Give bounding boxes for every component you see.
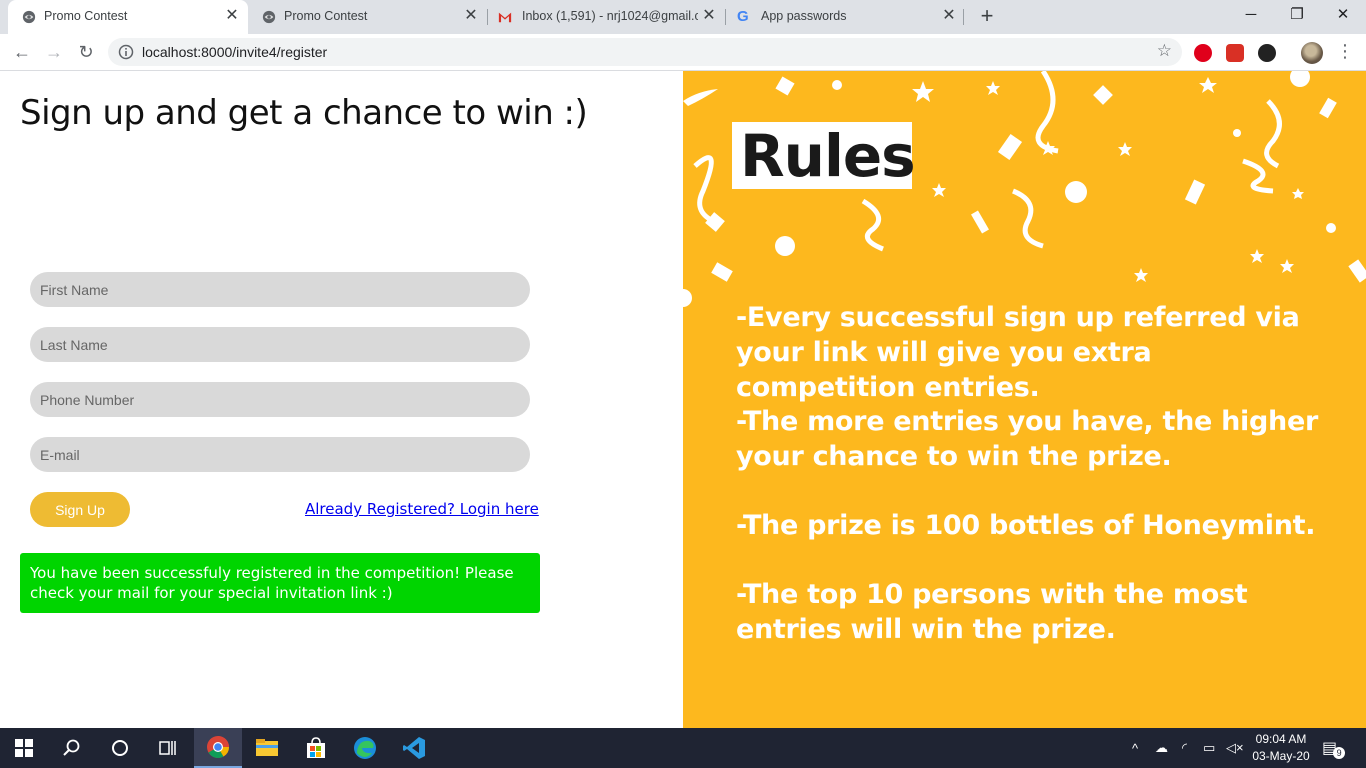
gmail-icon (498, 12, 512, 23)
tab-title: App passwords (761, 9, 847, 23)
tab-promo-contest[interactable]: Promo Contest ✕ (248, 0, 488, 34)
menu-icon[interactable]: ⋮ (1336, 41, 1354, 62)
url-text[interactable]: localhost:8000/invite4/register (142, 44, 327, 60)
info-icon[interactable] (118, 44, 134, 60)
onedrive-icon[interactable]: ☁ (1155, 728, 1168, 768)
volume-icon[interactable]: ◁× (1226, 728, 1244, 768)
profile-avatar[interactable] (1301, 42, 1323, 64)
opera-extension-icon[interactable] (1194, 44, 1212, 62)
google-icon: G (737, 8, 749, 25)
tab-title: Inbox (1,591) - nrj1024@gmail.co (522, 9, 698, 23)
file-explorer-icon[interactable] (243, 728, 291, 768)
tab-title: Promo Contest (44, 9, 128, 23)
chrome-icon[interactable] (194, 728, 242, 768)
close-tab-icon[interactable]: ✕ (223, 7, 241, 25)
cortana-icon[interactable] (96, 728, 144, 768)
sign-up-button[interactable]: Sign Up (30, 492, 130, 527)
action-center-icon[interactable]: ▤ 9 (1322, 728, 1346, 768)
extension-icon[interactable] (1258, 44, 1276, 62)
start-icon[interactable] (0, 728, 48, 768)
last-name-input[interactable] (30, 327, 530, 362)
tab-title: Promo Contest (284, 9, 368, 23)
rule-item: -The prize is 100 bottles of Honeymint. (736, 510, 1316, 541)
reload-button[interactable]: ↻ (73, 39, 99, 65)
close-tab-icon[interactable]: ✕ (700, 7, 718, 25)
rule-item: -Every successful sign up referred via y… (736, 302, 1300, 403)
rule-item: -The top 10 persons with the most entrie… (736, 579, 1248, 645)
vscode-icon[interactable] (390, 728, 438, 768)
restore-button[interactable]: ❐ (1274, 0, 1320, 30)
close-window-button[interactable]: ✕ (1320, 0, 1366, 30)
rule-item: -The more entries you have, the higher y… (736, 406, 1318, 472)
tab-app-passwords[interactable]: G App passwords ✕ (726, 0, 964, 34)
confetti-decoration (683, 71, 1366, 307)
success-message: You have been successfuly registered in … (20, 553, 540, 613)
battery-icon[interactable]: ▭ (1203, 728, 1215, 768)
tab-gmail-inbox[interactable]: Inbox (1,591) - nrj1024@gmail.co ✕ (488, 0, 726, 34)
forward-button[interactable]: → (41, 39, 67, 65)
system-clock[interactable]: 09:04 AM 03-May-20 (1248, 731, 1314, 765)
browser-toolbar: ← → ↻ localhost:8000/invite4/register ☆ … (0, 34, 1366, 71)
store-icon[interactable] (292, 728, 340, 768)
address-bar[interactable]: localhost:8000/invite4/register ☆ (108, 38, 1182, 66)
rules-panel: Rules -Every successful sign up referred… (683, 71, 1366, 728)
task-view-icon[interactable] (144, 728, 192, 768)
back-button[interactable]: ← (9, 39, 35, 65)
first-name-input[interactable] (30, 272, 530, 307)
video-extension-icon[interactable] (1226, 44, 1244, 62)
notification-count: 9 (1333, 747, 1346, 759)
tab-strip: Promo Contest ✕ Promo Contest ✕ Inbox (1… (0, 0, 1366, 34)
tab-separator (963, 9, 964, 25)
taskbar: ^ ☁ ◜ ▭ ◁× 09:04 AM 03-May-20 ▤ 9 (0, 728, 1366, 768)
signup-panel: Sign up and get a chance to win :) Sign … (0, 71, 683, 728)
globe-icon (262, 10, 276, 24)
search-icon[interactable] (48, 728, 96, 768)
close-tab-icon[interactable]: ✕ (462, 7, 480, 25)
clock-time: 09:04 AM (1255, 732, 1307, 746)
show-hidden-icons[interactable]: ^ (1132, 728, 1138, 768)
wifi-icon[interactable]: ◜ (1182, 728, 1187, 768)
bookmark-star-icon[interactable]: ☆ (1157, 41, 1172, 61)
minimize-button[interactable]: ─ (1228, 0, 1274, 30)
clock-date: 03-May-20 (1252, 749, 1310, 763)
email-input[interactable] (30, 437, 530, 472)
new-tab-button[interactable]: + (976, 5, 998, 29)
close-tab-icon[interactable]: ✕ (940, 7, 958, 25)
rules-heading: Rules (740, 122, 916, 190)
tab-promo-contest-active[interactable]: Promo Contest ✕ (8, 0, 248, 34)
page-title: Sign up and get a chance to win :) (20, 93, 588, 133)
phone-number-input[interactable] (30, 382, 530, 417)
login-link[interactable]: Already Registered? Login here (305, 500, 539, 518)
edge-icon[interactable] (341, 728, 389, 768)
globe-icon (22, 10, 36, 24)
